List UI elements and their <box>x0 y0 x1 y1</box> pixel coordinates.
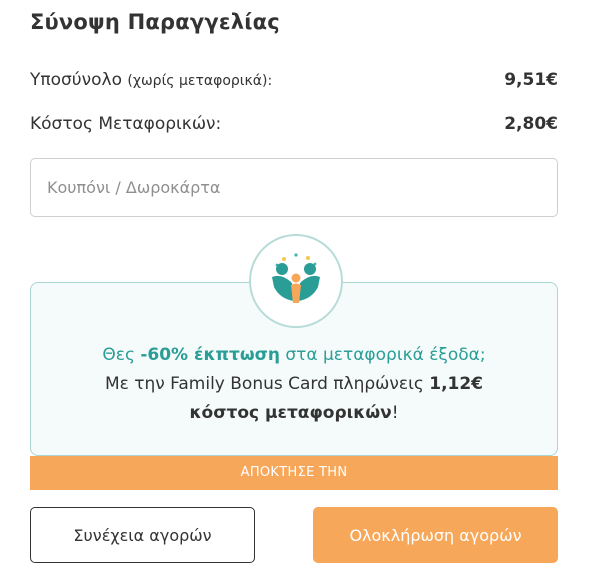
subtotal-value: 9,51€ <box>504 70 558 90</box>
subtotal-label-text: Υποσύνολο <box>30 70 122 90</box>
promo-line-1-pre: Θες <box>102 345 141 365</box>
coupon-input[interactable] <box>30 158 558 217</box>
continue-shopping-button[interactable]: Συνέχεια αγορών <box>30 507 255 563</box>
promo-line-3-post: ! <box>391 403 399 423</box>
shipping-row: Κόστος Μεταφορικών: 2,80€ <box>30 114 558 134</box>
subtotal-label: Υποσύνολο (χωρίς μεταφορικά): <box>30 70 272 90</box>
complete-order-button[interactable]: Ολοκλήρωση αγορών <box>313 507 558 563</box>
subtotal-row: Υποσύνολο (χωρίς μεταφορικά): 9,51€ <box>30 70 558 90</box>
subtotal-note: (χωρίς μεταφορικά): <box>127 73 273 89</box>
promo-price: 1,12€ <box>429 374 484 394</box>
shipping-value: 2,80€ <box>504 114 558 134</box>
promo-shipping-cost: κόστος μεταφορικών <box>189 403 392 423</box>
get-card-button[interactable]: ΑΠΟΚΤΗΣΕ ΤΗΝ <box>30 456 558 490</box>
promo-text: Θες -60% έκπτωση στα μεταφορικά έξοδα; Μ… <box>31 341 557 428</box>
family-logo-graphic <box>272 253 320 303</box>
promo-discount: -60% έκπτωση <box>140 345 280 365</box>
promo-line-2: Με την Family Bonus Card πληρώνεις 1,12€ <box>31 370 557 399</box>
family-logo-icon <box>249 234 343 328</box>
shipping-label: Κόστος Μεταφορικών: <box>30 114 222 134</box>
order-summary-title: Σύνοψη Παραγγελίας <box>30 10 280 34</box>
promo-line-2-pre: Με την Family Bonus Card πληρώνεις <box>104 374 430 394</box>
promo-line-1-post: στα μεταφορικά έξοδα; <box>279 345 486 365</box>
promo-line-1: Θες -60% έκπτωση στα μεταφορικά έξοδα; <box>31 341 557 370</box>
promo-line-3: κόστος μεταφορικών! <box>31 399 557 428</box>
